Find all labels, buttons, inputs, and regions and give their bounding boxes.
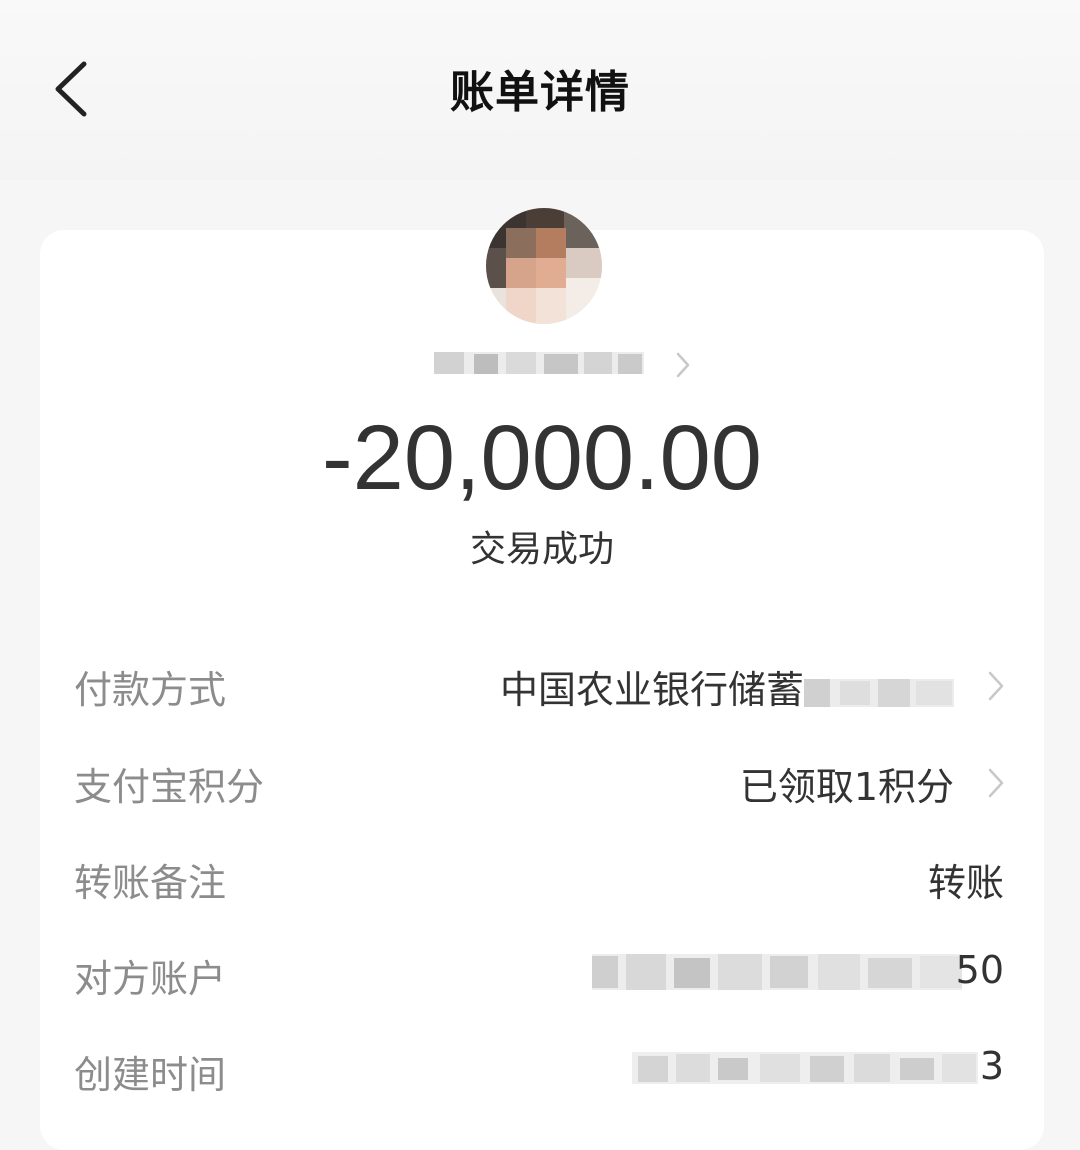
transaction-status: 交易成功	[469, 529, 614, 570]
account-number-tail: 50	[955, 948, 1004, 992]
detail-row-payment-method[interactable]: 付款方式 中国农业银行储蓄	[40, 655, 1044, 715]
page-title: 账单详情	[450, 67, 630, 118]
avatar[interactable]	[486, 208, 602, 324]
detail-row-transfer-note: 转账备注 转账	[40, 848, 1044, 908]
avatar-image	[486, 208, 602, 324]
chevron-right-icon	[988, 768, 1004, 798]
chevron-right-icon	[676, 352, 690, 378]
chevron-right-icon	[988, 671, 1004, 701]
detail-row-points[interactable]: 支付宝积分 已领取1积分	[40, 752, 1044, 812]
detail-row-created-time: 创建时间 3	[40, 1040, 1044, 1100]
payee-name-redacted	[434, 352, 644, 374]
detail-row-counterparty-account: 对方账户 50	[40, 944, 1044, 1004]
account-number-redacted	[592, 954, 962, 990]
detail-value: 中国农业银行储蓄	[500, 659, 954, 714]
detail-label: 对方账户	[74, 957, 227, 1001]
transaction-amount: -20,000.00	[322, 407, 762, 509]
detail-label: 转账备注	[74, 861, 227, 905]
detail-label: 创建时间	[74, 1053, 227, 1097]
detail-label: 支付宝积分	[74, 765, 265, 809]
created-time-tail: 3	[979, 1044, 1004, 1088]
bill-card: -20,000.00 交易成功 付款方式 中国农业银行储蓄 支付宝积分 已领取1…	[40, 208, 1044, 1150]
card-number-redacted	[804, 678, 954, 707]
payment-method-text: 中国农业银行储蓄	[499, 668, 804, 712]
detail-value: 已领取1积分	[739, 765, 954, 809]
detail-value: 转账	[927, 861, 1004, 905]
created-time-redacted	[632, 1052, 978, 1084]
detail-label: 付款方式	[74, 668, 227, 712]
payee-name-row[interactable]	[426, 338, 706, 388]
navigation-bar: 账单详情	[0, 0, 1080, 180]
